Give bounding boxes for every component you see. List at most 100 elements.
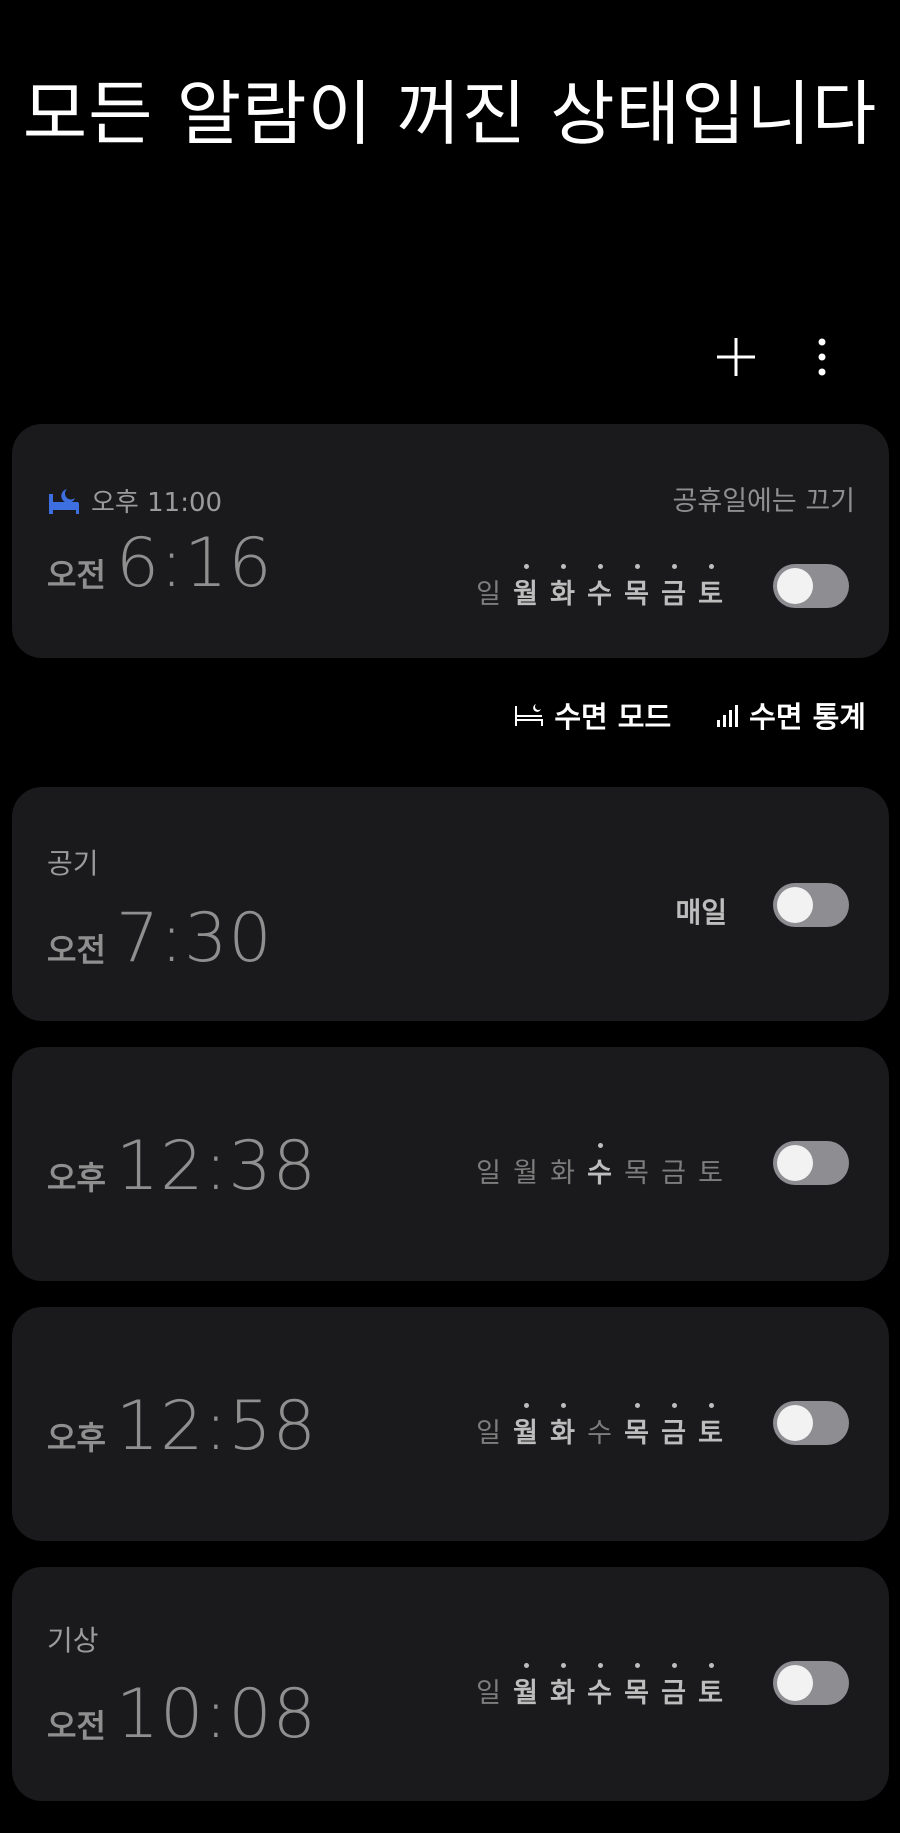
weekday-2: 화 (544, 564, 581, 611)
weekday-5: 금 (661, 1158, 686, 1189)
alarm-toggle[interactable] (773, 1141, 849, 1185)
alarm-toggle[interactable] (773, 883, 849, 927)
alarm-time: 오전 10:08 (47, 1675, 317, 1754)
weekdays: 일월화수목금토 (470, 1403, 729, 1450)
weekday-0: 일 (476, 1158, 501, 1189)
sleep-stats-label: 수면 통계 (749, 700, 866, 734)
ampm: 오전 (47, 1707, 106, 1745)
holiday-off-text: 공휴일에는 끄기 (672, 486, 855, 517)
active-day-dot (708, 1403, 714, 1408)
alarm-card[interactable]: 기상 오전 10:08 일월화수목금토 (12, 1567, 889, 1801)
toggle-knob (777, 1665, 813, 1701)
ampm: 오전 (47, 556, 106, 594)
weekday-4: 목 (618, 564, 655, 611)
alarm-time: 오전 6:16 (47, 524, 273, 603)
toggle-knob (777, 1145, 813, 1181)
toggle-knob (777, 1405, 813, 1441)
bedtime-text: 오후 11:00 (91, 488, 223, 518)
ampm: 오전 (47, 931, 106, 969)
weekday-5: 금 (655, 1663, 692, 1710)
sleep-links: 수면 모드 수면 통계 (514, 694, 866, 736)
weekday-5: 금 (655, 1403, 692, 1450)
alarm-label: 기상 (47, 1624, 99, 1657)
time-value: 10:08 (115, 1675, 317, 1754)
page-title: 모든 알람이 꺼진 상태입니다 (22, 73, 878, 155)
active-day-dot (523, 1663, 529, 1668)
active-day-dot (634, 1403, 640, 1408)
alarm-card[interactable]: 공기 오전 7:30 매일 (12, 787, 889, 1021)
weekday-3: 수 (581, 1663, 618, 1710)
weekday-0: 일 (476, 1418, 501, 1449)
active-day-dot (708, 1663, 714, 1668)
weekday-2: 화 (544, 1403, 581, 1450)
active-day-dot (560, 564, 566, 569)
active-day-dot (523, 1403, 529, 1408)
active-day-dot (523, 564, 529, 569)
weekday-6: 토 (692, 1403, 729, 1450)
weekday-4: 목 (624, 1158, 649, 1189)
alarm-label: 공기 (47, 847, 99, 880)
alarm-toggle[interactable] (773, 1401, 849, 1445)
repeat-text: 매일 (675, 896, 727, 929)
weekday-1: 월 (507, 564, 544, 611)
active-day-dot (597, 1663, 603, 1668)
weekday-0: 일 (476, 1678, 501, 1709)
active-day-dot (560, 1403, 566, 1408)
alarm-card[interactable]: 오후 12:58 일월화수목금토 (12, 1307, 889, 1541)
weekday-0: 일 (476, 579, 501, 610)
time-value: 12:58 (115, 1387, 317, 1466)
toggle-knob (777, 568, 813, 604)
alarm-toggle[interactable] (773, 1661, 849, 1705)
weekday-3: 수 (581, 1143, 618, 1190)
weekday-1: 월 (513, 1158, 538, 1189)
ampm: 오후 (47, 1159, 106, 1197)
bed-icon (515, 704, 544, 726)
weekdays: 일월화수목금토 (470, 564, 729, 611)
active-day-dot (634, 1663, 640, 1668)
more-vertical-icon (818, 338, 826, 376)
active-day-dot (597, 564, 603, 569)
active-day-dot (671, 1663, 677, 1668)
active-day-dot (560, 1663, 566, 1668)
toolbar (708, 328, 850, 386)
weekday-1: 월 (507, 1403, 544, 1450)
active-day-dot (671, 1403, 677, 1408)
bedtime-row: 오후 11:00 (47, 482, 222, 519)
weekday-2: 화 (544, 1663, 581, 1710)
active-day-dot (708, 564, 714, 569)
alarm-toggle[interactable] (773, 564, 849, 608)
weekday-6: 토 (692, 564, 729, 611)
bar-chart-icon (717, 705, 739, 727)
alarm-time: 오후 12:58 (47, 1387, 317, 1466)
active-day-dot (597, 1143, 603, 1148)
ampm: 오후 (47, 1419, 106, 1457)
weekday-6: 토 (698, 1158, 723, 1189)
sleep-stats-link[interactable]: 수면 통계 (715, 694, 866, 736)
alarm-card[interactable]: 오후 12:38 일월화수목금토 (12, 1047, 889, 1281)
weekday-1: 월 (507, 1663, 544, 1710)
weekday-4: 목 (618, 1403, 655, 1450)
sleep-mode-label: 수면 모드 (554, 700, 672, 734)
more-options-button[interactable] (794, 329, 850, 385)
bed-moon-icon (49, 488, 79, 514)
weekday-3: 수 (587, 1418, 612, 1449)
active-day-dot (634, 564, 640, 569)
weekdays: 일월화수목금토 (470, 1143, 729, 1190)
alarm-time: 오전 7:30 (47, 899, 273, 978)
sleep-mode-link[interactable]: 수면 모드 (514, 694, 671, 736)
weekday-4: 목 (618, 1663, 655, 1710)
add-alarm-button[interactable] (708, 329, 764, 385)
weekday-2: 화 (550, 1158, 575, 1189)
time-value: 7:30 (115, 899, 273, 978)
active-day-dot (671, 564, 677, 569)
plus-icon (717, 338, 755, 376)
weekday-3: 수 (581, 564, 618, 611)
sleep-alarm-card[interactable]: 오후 11:00 공휴일에는 끄기 오전 6:16 일월화수목금토 (12, 424, 889, 658)
weekday-5: 금 (655, 564, 692, 611)
toggle-knob (777, 887, 813, 923)
alarm-time: 오후 12:38 (47, 1127, 317, 1206)
weekday-6: 토 (692, 1663, 729, 1710)
weekdays: 일월화수목금토 (470, 1663, 729, 1710)
time-value: 12:38 (115, 1127, 317, 1206)
time-value: 6:16 (115, 524, 273, 603)
